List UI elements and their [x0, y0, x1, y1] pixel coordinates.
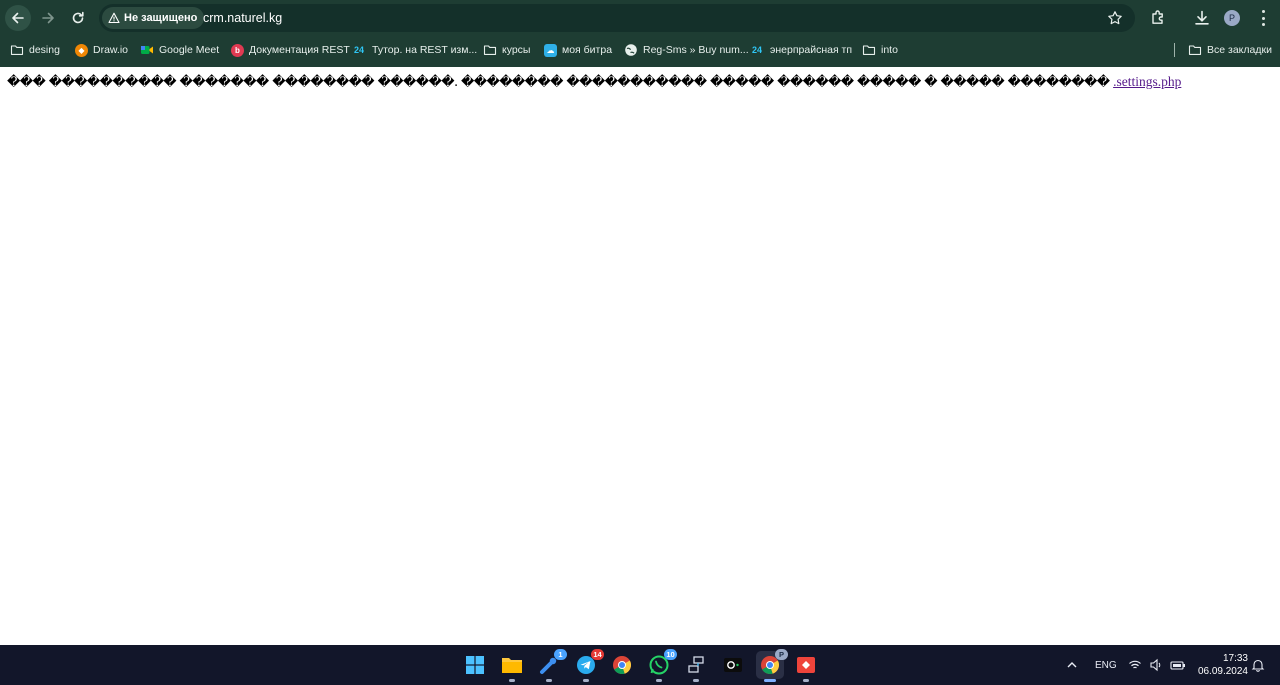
reload-button[interactable] [65, 5, 91, 31]
page-content: ��� ���������� ������� �������� ������. … [0, 67, 1280, 645]
drawio-icon: ◆ [75, 43, 88, 57]
all-bookmarks-button[interactable]: Все закладки [1188, 41, 1272, 59]
taskbar-chrome[interactable] [608, 651, 636, 679]
terminal-icon [724, 658, 742, 672]
back-button[interactable] [5, 5, 31, 31]
menu-dots-icon[interactable] [1262, 10, 1266, 26]
windows-taskbar: 1 14 10 P ENG 17:33 06.09.2024 [0, 645, 1280, 685]
folder-icon [1188, 45, 1202, 55]
google-meet-icon [141, 46, 153, 54]
bookmark-rest-docs[interactable]: b Документация REST [231, 41, 350, 59]
running-indicator [583, 679, 589, 682]
taskbar-terminal[interactable] [719, 651, 747, 679]
taskbar-steam[interactable]: 1 [535, 649, 567, 682]
bitrix24-icon: 24 [752, 45, 763, 55]
windows-start-icon [466, 656, 484, 674]
security-chip[interactable]: Не защищено [102, 7, 205, 29]
bookmark-label: моя битра [562, 44, 613, 56]
bookmark-label: Draw.io [93, 44, 129, 56]
start-button[interactable] [461, 651, 489, 679]
folder-icon [862, 45, 876, 55]
bookmark-label: Документация REST [249, 44, 350, 56]
extensions-icon[interactable] [1149, 9, 1167, 27]
arrow-right-icon [42, 12, 54, 24]
garbled-error-text: ��� ���������� ������� �������� ������. … [7, 75, 1110, 90]
running-indicator [693, 679, 699, 682]
bookmark-desing[interactable]: desing [10, 41, 60, 59]
error-message: ��� ���������� ������� �������� ������. … [7, 74, 1181, 90]
bookmark-label: энерпрайсная тп [770, 44, 853, 56]
notifications-button[interactable] [1251, 645, 1265, 685]
taskbar-chrome-profile[interactable]: P [756, 649, 788, 682]
running-indicator [656, 679, 662, 682]
language-indicator[interactable]: ENG [1095, 645, 1117, 685]
running-indicator [546, 679, 552, 682]
bookmark-into[interactable]: into [862, 41, 898, 59]
clock-time: 17:33 [1222, 653, 1248, 664]
network-app-icon [688, 656, 704, 673]
cloud-icon: ☁ [544, 43, 557, 57]
notification-badge: 10 [664, 649, 677, 660]
taskbar-file-explorer[interactable] [498, 651, 526, 682]
profile-avatar[interactable]: P [1224, 10, 1240, 26]
chevron-up-icon [1067, 662, 1077, 668]
show-hidden-icons-button[interactable] [1066, 645, 1078, 685]
running-indicator [803, 679, 809, 682]
taskbar-telegram[interactable]: 14 [572, 649, 604, 682]
bookmark-my-bitrix[interactable]: ☁ моя битра [544, 41, 612, 59]
address-bar[interactable]: Не защищено crm.naturel.kg [99, 4, 1135, 32]
bookmark-reg-sms[interactable]: Reg-Sms » Buy num... [624, 41, 749, 59]
notification-badge: 1 [554, 649, 567, 660]
download-icon[interactable] [1193, 9, 1211, 27]
bookmark-label: курсы [502, 44, 531, 56]
taskbar-anydesk[interactable] [792, 651, 820, 682]
quick-settings[interactable] [1128, 645, 1186, 685]
bookmark-label: desing [29, 44, 60, 56]
taskbar-whatsapp[interactable]: 10 [645, 649, 677, 682]
active-indicator [764, 679, 776, 682]
bookmark-label: Reg-Sms » Buy num... [643, 44, 749, 56]
bell-icon [1251, 659, 1265, 672]
bitrix-red-icon: b [231, 43, 244, 57]
bookmark-courses[interactable]: курсы [483, 41, 530, 59]
bookmark-label: Google Meet [159, 44, 220, 56]
security-chip-label: Не защищено [124, 12, 198, 24]
bookmark-rest-tutorial[interactable]: 24 Тутор. на REST изм... [354, 41, 477, 59]
clock-date: 06.09.2024 [1197, 666, 1248, 677]
volume-icon [1150, 658, 1161, 672]
bookmark-drawio[interactable]: ◆ Draw.io [75, 41, 128, 59]
bookmark-enterprise[interactable]: 24 энерпрайсная тп [752, 41, 852, 59]
system-clock[interactable]: 17:33 06.09.2024 [1194, 652, 1248, 678]
star-icon[interactable] [1107, 10, 1123, 26]
wifi-icon [1129, 660, 1141, 669]
globe-icon [625, 44, 637, 56]
reload-icon [72, 11, 84, 24]
folder-icon [483, 45, 497, 55]
battery-icon [1170, 661, 1185, 670]
url-text[interactable]: crm.naturel.kg [203, 11, 282, 25]
bookmark-label: Тутор. на REST изм... [372, 44, 478, 56]
bitrix24-icon: 24 [354, 45, 365, 55]
bookmarks-divider [1174, 43, 1175, 57]
anydesk-icon [797, 657, 815, 673]
bookmark-label: into [881, 44, 898, 56]
arrow-left-icon [12, 12, 24, 24]
warning-icon [108, 12, 120, 24]
browser-chrome: Не защищено crm.naturel.kg P desing ◆ Dr… [0, 0, 1280, 67]
forward-button[interactable] [35, 5, 61, 31]
profile-badge: P [775, 649, 788, 660]
bookmarks-bar: desing ◆ Draw.io Google Meet b Документа… [0, 38, 1280, 62]
chrome-icon [613, 656, 632, 675]
settings-php-link[interactable]: .settings.php [1113, 74, 1181, 89]
taskbar-network-app[interactable] [682, 651, 710, 682]
running-indicator [509, 679, 515, 682]
file-explorer-icon [502, 658, 522, 673]
all-bookmarks-label: Все закладки [1207, 44, 1272, 56]
bookmark-google-meet[interactable]: Google Meet [140, 41, 219, 59]
notification-badge: 14 [591, 649, 604, 660]
folder-icon [10, 45, 24, 55]
browser-toolbar: Не защищено crm.naturel.kg P [0, 0, 1280, 36]
